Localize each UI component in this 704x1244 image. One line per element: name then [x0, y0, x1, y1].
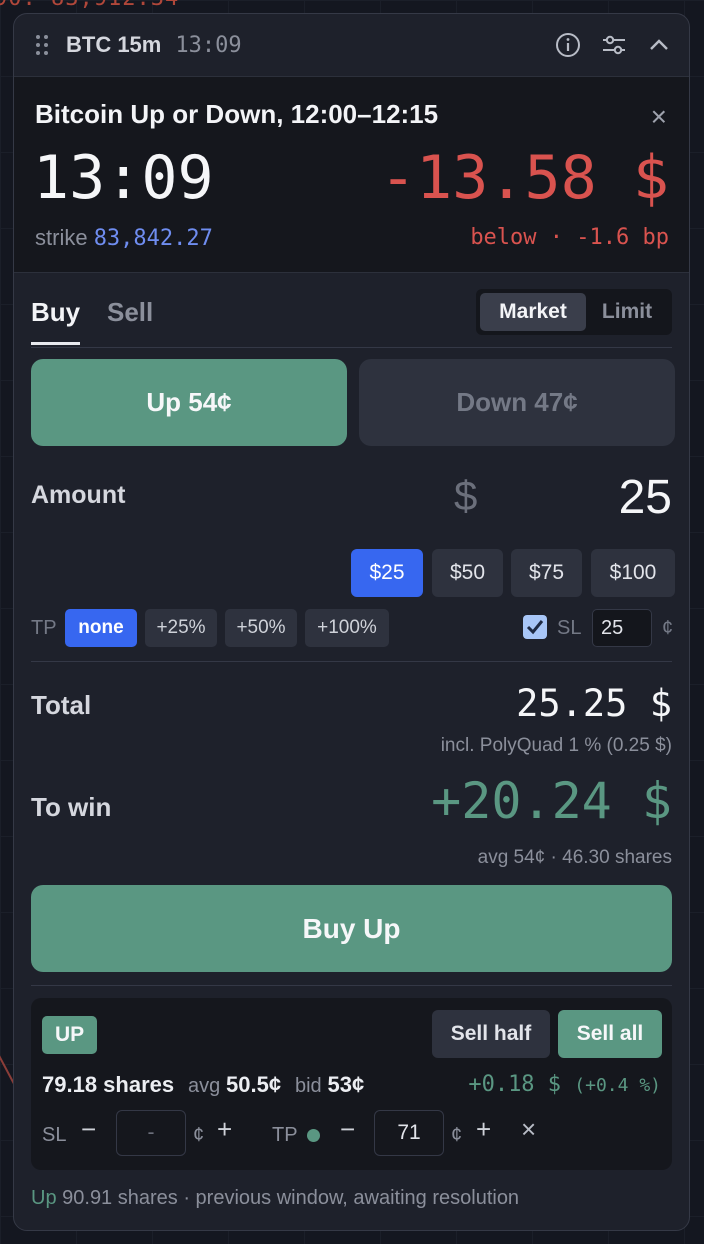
outcome-down-button[interactable]: Down 47¢	[359, 359, 675, 446]
strike-label: strike	[35, 225, 88, 250]
to-win-value: +20.24 $	[431, 772, 672, 830]
divider	[31, 661, 672, 662]
total-label: Total	[31, 690, 92, 720]
to-win-label: To win	[31, 792, 112, 822]
amount-label: Amount	[31, 481, 126, 509]
position-bid-value: 53¢	[327, 1072, 365, 1097]
to-win-details: avg 54¢ · 46.30 shares	[477, 847, 672, 868]
amount-currency: $	[454, 472, 478, 519]
sl-label: SL	[557, 617, 582, 639]
close-icon[interactable]: ×	[651, 103, 667, 131]
sl-input[interactable]: 25	[592, 609, 652, 647]
position-avg-label: avg	[187, 1075, 221, 1097]
order-type-toggle: Market Limit	[476, 289, 672, 335]
sell-half-button[interactable]: Sell half	[432, 1010, 550, 1058]
position-sl-unit: ¢	[193, 1124, 205, 1146]
position-sl-label: SL	[42, 1124, 67, 1146]
trade-panel: BTC 15m 13:09 Bitcoin Up or Down, 12:00–…	[13, 13, 690, 1231]
tab-buy[interactable]: Buy	[31, 297, 81, 345]
position-pnl-percent: (+0.4 %)	[574, 1075, 661, 1096]
position-pnl: +0.18 $ (+0.4 %)	[468, 1072, 661, 1097]
checkbox-check-icon	[526, 620, 544, 635]
position-shares: 79.18 shares	[42, 1072, 175, 1097]
strike-relation: below · -1.6 bp	[470, 225, 669, 250]
sl-increase-button[interactable]: +	[217, 1116, 232, 1142]
order-type-limit[interactable]: Limit	[586, 293, 668, 331]
tp-option-25[interactable]: +25%	[145, 609, 217, 647]
sl-checkbox[interactable]	[523, 615, 547, 639]
info-icon[interactable]	[555, 32, 581, 58]
sell-all-button[interactable]: Sell all	[558, 1010, 662, 1058]
tp-option-50[interactable]: +50%	[225, 609, 297, 647]
divider	[31, 985, 672, 986]
previous-window-note: Up 90.91 shares · previous window, await…	[31, 1187, 519, 1210]
amount-preset-50[interactable]: $50	[432, 549, 503, 597]
tp-label: TP	[31, 617, 57, 639]
position-avg-value: 50.5¢	[226, 1072, 282, 1097]
sl-unit: ¢	[662, 617, 674, 639]
buy-up-button[interactable]: Buy Up	[31, 885, 672, 972]
clear-tp-sl-icon[interactable]: ×	[521, 1116, 536, 1142]
order-type-market[interactable]: Market	[480, 293, 586, 331]
market-header: Bitcoin Up or Down, 12:00–12:15 × 13:09 …	[14, 76, 689, 273]
position-sl-input[interactable]: -	[116, 1110, 186, 1156]
chevron-up-icon[interactable]	[647, 33, 671, 57]
tp-decrease-button[interactable]: −	[340, 1116, 355, 1142]
outcome-up-button[interactable]: Up 54¢	[31, 359, 347, 446]
background-chart-price: 90. 83,912.34	[0, 0, 179, 11]
position-tp-unit: ¢	[451, 1124, 463, 1146]
total-value: 25.25 $	[516, 682, 672, 725]
position-tp-label: TP	[272, 1124, 298, 1146]
previous-window-text: 90.91 shares · previous window, awaiting…	[56, 1187, 520, 1209]
position-pnl-value: +0.18 $	[468, 1072, 562, 1097]
strike-value: 83,842.27	[93, 226, 213, 251]
amount-preset-75[interactable]: $75	[511, 549, 582, 597]
tab-sell[interactable]: Sell	[107, 297, 153, 328]
drag-handle-icon[interactable]	[36, 35, 48, 55]
fee-note: incl. PolyQuad 1 % (0.25 $)	[440, 735, 672, 756]
market-title: Bitcoin Up or Down, 12:00–12:15	[35, 99, 439, 129]
countdown: 13:09	[33, 143, 214, 213]
panel-titlebar: BTC 15m 13:09	[14, 14, 689, 76]
position-side-badge: UP	[42, 1016, 98, 1054]
position-bid-label: bid	[294, 1075, 322, 1097]
amount-preset-100[interactable]: $100	[591, 549, 675, 597]
tp-status-dot	[307, 1129, 320, 1142]
tp-increase-button[interactable]: +	[476, 1116, 491, 1142]
tp-option-none[interactable]: none	[65, 609, 137, 647]
buy-sell-tabs: Buy Sell Market Limit	[31, 285, 672, 348]
price-diff: -13.58 $	[380, 143, 669, 213]
strike-info: strike 83,842.27	[35, 225, 213, 251]
position-summary: 79.18 shares avg 50.5¢ bid 53¢	[42, 1072, 364, 1098]
position-tp-input[interactable]: 71	[374, 1110, 444, 1156]
amount-input[interactable]: 25	[619, 470, 672, 525]
panel-time: 13:09	[175, 32, 242, 58]
previous-side: Up	[31, 1187, 57, 1209]
position-card: UP Sell half Sell all 79.18 shares avg 5…	[31, 998, 672, 1170]
panel-title: BTC 15m	[66, 32, 162, 57]
sliders-icon[interactable]	[601, 32, 627, 58]
tp-option-100[interactable]: +100%	[305, 609, 389, 647]
amount-preset-25[interactable]: $25	[351, 549, 423, 597]
sl-decrease-button[interactable]: −	[81, 1116, 96, 1142]
